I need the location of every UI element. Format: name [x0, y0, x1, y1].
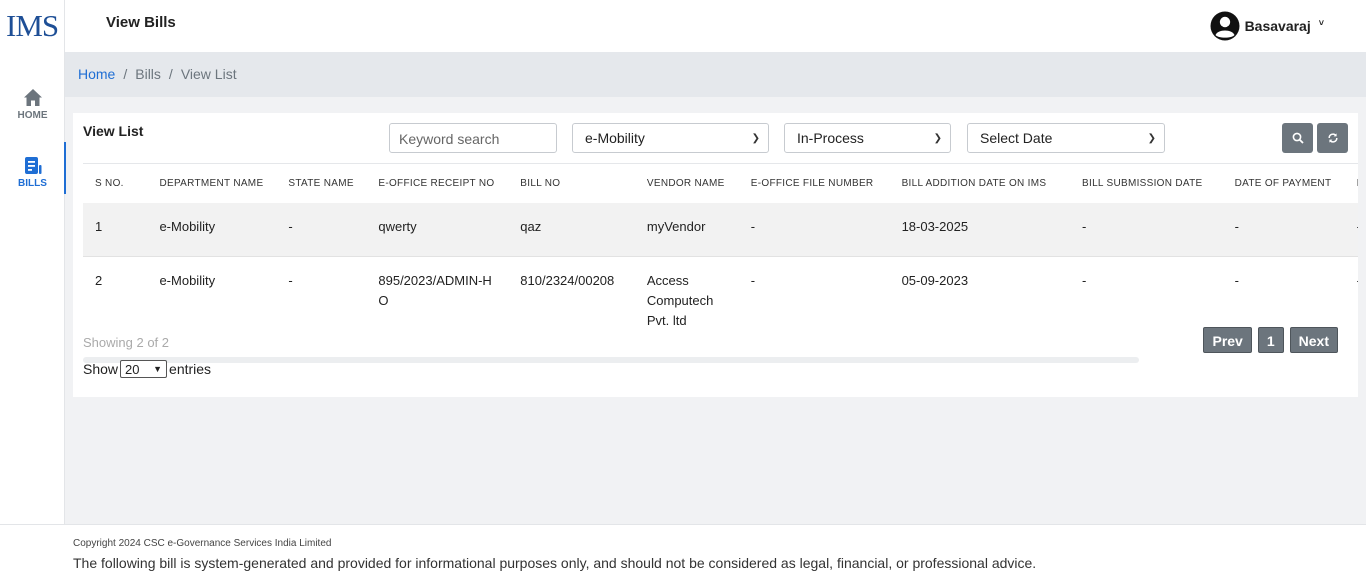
page-title: View Bills: [106, 14, 176, 31]
breadcrumb-bar: Home / Bills / View List: [65, 52, 1366, 97]
status-select-value: In-Process: [797, 130, 864, 146]
chevron-down-icon: ˅: [1318, 18, 1324, 28]
avatar-icon: [1210, 11, 1240, 41]
breadcrumb-separator: /: [168, 66, 173, 82]
reset-button[interactable]: [1317, 123, 1348, 153]
cell-submission-date: -: [1082, 273, 1087, 288]
search-button[interactable]: [1282, 123, 1313, 153]
cell-state: -: [288, 273, 293, 288]
category-select[interactable]: e-Mobility ❯: [572, 123, 769, 153]
cell-department: e-Mobility: [159, 273, 216, 288]
card-title: View List: [83, 123, 144, 139]
sidebar-item-label: HOME: [17, 110, 48, 121]
status-select[interactable]: In-Process ❯: [784, 123, 951, 153]
sidebar: IMS HOME BILLS: [0, 0, 66, 524]
entries-label: entries: [169, 361, 212, 377]
cell-sno: 1: [95, 218, 103, 234]
showing-count: Showing 2 of 2: [83, 335, 170, 350]
keyword-search-input[interactable]: Keyword search: [389, 123, 557, 153]
chevron-down-icon: ❯: [933, 132, 942, 144]
pagination: Prev 1 Next: [1203, 327, 1338, 353]
cell-state: -: [288, 218, 293, 234]
breadcrumb-separator: /: [123, 66, 128, 82]
top-bar: View Bills Basavaraj ˅: [65, 0, 1366, 52]
show-label: Show: [83, 361, 119, 377]
table-row[interactable]: 2 e-Mobility - 895/2023/ADMIN-HO 810/232…: [83, 256, 1358, 332]
cell-extra: -: [1345, 257, 1358, 332]
cell-sno: 2: [95, 273, 103, 288]
col-header-extra[interactable]: I: [1344, 163, 1358, 203]
cell-vendor: Access Computech Pvt. ltd: [646, 273, 714, 328]
sidebar-item-bills[interactable]: BILLS: [0, 142, 66, 194]
chevron-down-icon: ▼: [153, 364, 163, 374]
cell-receipt-no: qwerty: [378, 218, 417, 234]
col-header-bill-no[interactable]: BILL NO: [508, 163, 635, 203]
search-icon: [1292, 132, 1304, 144]
cell-extra: -: [1345, 203, 1358, 257]
col-header-file-number[interactable]: E-OFFICE FILE NUMBER: [738, 163, 890, 203]
copyright-text: Copyright 2024 CSC e-Governance Services…: [73, 538, 332, 549]
cell-payment-date: -: [1234, 273, 1239, 288]
user-name: Basavaraj: [1244, 18, 1311, 34]
date-select-value: Select Date: [980, 130, 1053, 146]
cell-department: e-Mobility: [159, 218, 216, 234]
sidebar-item-home[interactable]: HOME: [0, 88, 65, 121]
bills-table: S NO. DEPARTMENT NAME STATE NAME E-OFFIC…: [83, 163, 1358, 331]
date-select[interactable]: Select Date ❯: [967, 123, 1165, 153]
cell-payment-date: -: [1234, 218, 1239, 234]
cell-vendor: myVendor: [646, 218, 706, 234]
chevron-down-icon: ❯: [1147, 132, 1156, 144]
page-1-button[interactable]: 1: [1257, 327, 1284, 353]
col-header-vendor[interactable]: VENDOR NAME: [634, 163, 739, 203]
cell-addition-date: 18-03-2025: [901, 218, 969, 234]
col-header-receipt-no[interactable]: E-OFFICE RECEIPT NO: [366, 163, 509, 203]
category-select-value: e-Mobility: [585, 130, 645, 146]
cell-addition-date: 05-09-2023: [901, 273, 969, 288]
entries-select[interactable]: 20 ▼: [120, 360, 168, 378]
breadcrumb-home[interactable]: Home: [78, 66, 115, 82]
cell-submission-date: -: [1082, 218, 1087, 234]
sidebar-item-label: BILLS: [18, 178, 47, 189]
col-header-submission-date[interactable]: BILL SUBMISSION DATE: [1070, 163, 1223, 203]
disclaimer-text: The following bill is system-generated a…: [73, 555, 1037, 571]
cell-file-number: -: [750, 218, 756, 234]
breadcrumb-current: View List: [180, 66, 237, 82]
col-header-payment-date[interactable]: DATE OF PAYMENT: [1222, 163, 1345, 203]
table-header-row: S NO. DEPARTMENT NAME STATE NAME E-OFFIC…: [83, 163, 1358, 203]
prev-page-button[interactable]: Prev: [1203, 327, 1252, 353]
col-header-department[interactable]: DEPARTMENT NAME: [147, 163, 277, 203]
cell-file-number: -: [750, 273, 756, 288]
horizontal-scrollbar[interactable]: [83, 357, 1139, 363]
cell-bill-no: qaz: [520, 218, 542, 234]
ims-logo[interactable]: IMS: [6, 8, 59, 44]
entries-control: Show 20 ▼ entries: [83, 360, 211, 378]
col-header-sno[interactable]: S NO.: [83, 163, 148, 203]
breadcrumb: Home / Bills / View List: [78, 66, 237, 82]
next-page-button[interactable]: Next: [1289, 327, 1338, 353]
cell-bill-no: 810/2324/00208: [520, 273, 615, 288]
col-header-state[interactable]: STATE NAME: [276, 163, 367, 203]
chevron-down-icon: ❯: [751, 132, 760, 144]
entries-select-value: 20: [125, 361, 140, 377]
user-menu[interactable]: Basavaraj ˅: [1210, 11, 1324, 41]
breadcrumb-bills: Bills: [135, 66, 161, 82]
col-header-addition-date[interactable]: BILL ADDITION DATE ON IMS: [889, 163, 1071, 203]
refresh-icon: [1327, 133, 1338, 143]
table-row[interactable]: 1 e-Mobility - qwerty qaz myVendor - 18-…: [83, 202, 1358, 257]
cell-receipt-no: 895/2023/ADMIN-HO: [378, 273, 492, 308]
bills-icon: [24, 157, 41, 174]
bills-card: View List Keyword search e-Mobility ❯ In…: [73, 113, 1358, 397]
home-icon: [23, 89, 42, 106]
footer: Copyright 2024 CSC e-Governance Services…: [0, 524, 1366, 581]
